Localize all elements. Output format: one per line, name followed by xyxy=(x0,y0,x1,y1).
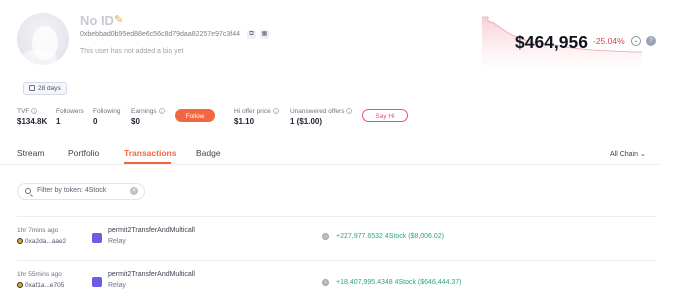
following-label: Following xyxy=(93,108,121,115)
copy-icon[interactable]: ⧉ xyxy=(247,30,256,39)
row-divider xyxy=(17,260,657,261)
say-hi-button[interactable]: Say Hi xyxy=(362,109,408,122)
tx-via: Relay xyxy=(108,238,126,245)
explorer-icon[interactable]: ▦ xyxy=(260,30,269,39)
method-cube-icon xyxy=(92,233,102,243)
unanswered-value: 1 ($1.00) xyxy=(290,117,323,126)
tab-transactions[interactable]: Transactions xyxy=(124,148,176,158)
tx-amount: +227,977.6532 4Stock ($8,006.02) xyxy=(336,233,445,240)
tab-badge[interactable]: Badge xyxy=(196,148,221,158)
follow-button[interactable]: Follow xyxy=(175,109,215,122)
avatar xyxy=(17,13,69,65)
row-divider xyxy=(17,216,657,217)
chevron-down-icon: ⌄ xyxy=(639,151,646,158)
token-filter-label: Filter by token: 4Stock xyxy=(37,187,107,194)
token-icon xyxy=(322,279,329,286)
search-icon xyxy=(25,188,31,194)
wallet-icon xyxy=(17,238,23,244)
chain-select-label: All Chain xyxy=(610,151,639,158)
chain-select[interactable]: All Chain ⌄ xyxy=(610,150,646,158)
chevron-down-icon[interactable]: ⌄ xyxy=(631,36,641,46)
clear-filter-icon[interactable]: × xyxy=(130,187,138,195)
followers-value[interactable]: 1 xyxy=(56,117,60,126)
tabs-divider xyxy=(0,164,660,165)
calendar-icon xyxy=(29,85,35,91)
info-icon[interactable]: i xyxy=(272,108,279,114)
price-value: $464,956 xyxy=(515,32,588,52)
info-icon[interactable]: i xyxy=(158,108,165,114)
tx-method: permit2TransferAndMulticall xyxy=(108,271,195,278)
followers-label: Followers xyxy=(56,108,84,115)
tx-address[interactable]: 0xaf1a...e705 xyxy=(17,282,64,289)
tx-via: Relay xyxy=(108,282,126,289)
pencil-icon[interactable]: ✎ xyxy=(114,13,123,26)
tab-portfolio[interactable]: Portfolio xyxy=(68,148,99,158)
profile-bio: This user has not added a bio yet xyxy=(80,48,184,55)
days-badge: 28 days xyxy=(23,82,67,95)
profile-name: No ID xyxy=(80,13,114,28)
info-icon[interactable]: i xyxy=(346,108,353,114)
tvf-value: $134.8K xyxy=(17,117,48,126)
tx-time: 1hr 55mins ago xyxy=(17,271,62,278)
tx-time: 1hr 7mins ago xyxy=(17,227,59,234)
hi-offer-label: Hi offer price i xyxy=(234,108,279,115)
tx-amount: +18,407,995.4348 4Stock ($646,444.37) xyxy=(336,279,462,286)
method-cube-icon xyxy=(92,277,102,287)
wallet-address: 0xbebbad0b95ed88e6c56c8d79daa82257e97c3f… xyxy=(80,31,240,38)
price-change: -25.04% xyxy=(593,36,625,46)
tx-address[interactable]: 0xa2da...aae2 xyxy=(17,238,66,245)
tab-stream[interactable]: Stream xyxy=(17,148,44,158)
earnings-value: $0 xyxy=(131,117,140,126)
unanswered-label: Unanswered offers i xyxy=(290,108,353,115)
token-icon xyxy=(322,233,329,240)
tx-method: permit2TransferAndMulticall xyxy=(108,227,195,234)
help-icon[interactable]: ? xyxy=(646,36,656,46)
wallet-icon xyxy=(17,282,23,288)
days-badge-label: 28 days xyxy=(38,85,61,92)
earnings-label: Earnings i xyxy=(131,108,165,115)
tvf-label: TVF i xyxy=(17,108,38,115)
following-value[interactable]: 0 xyxy=(93,117,97,126)
hi-offer-value: $1.10 xyxy=(234,117,255,126)
info-icon[interactable]: i xyxy=(31,108,38,114)
